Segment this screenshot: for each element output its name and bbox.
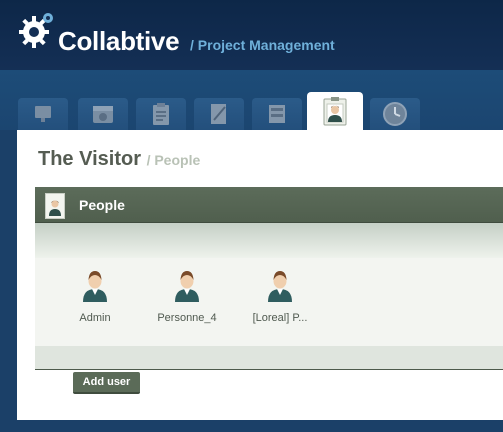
tab-tasks[interactable] bbox=[136, 98, 186, 130]
edit-document-icon bbox=[211, 104, 226, 124]
clock-icon bbox=[383, 102, 407, 126]
person-name[interactable]: Personne_4 bbox=[147, 312, 227, 324]
page-title-text: The Visitor bbox=[38, 148, 141, 170]
person-card-admin[interactable]: Admin bbox=[55, 268, 135, 324]
tab-files[interactable] bbox=[252, 98, 302, 130]
user-avatar-icon bbox=[175, 271, 199, 302]
user-avatar-icon bbox=[83, 271, 107, 302]
breadcrumb[interactable]: / People bbox=[147, 152, 201, 168]
add-user-button[interactable]: Add user bbox=[73, 372, 140, 394]
tab-timetracker[interactable] bbox=[370, 98, 420, 130]
tab-messages[interactable] bbox=[194, 98, 244, 130]
person-name[interactable]: [Loreal] P... bbox=[240, 312, 320, 324]
block-toolbar bbox=[35, 223, 503, 258]
app-header: Collabtive / Project Management bbox=[0, 0, 503, 70]
person-card-personne4[interactable]: Personne_4 bbox=[147, 268, 227, 324]
clipboard-icon bbox=[153, 103, 169, 125]
page-title: The Visitor / People bbox=[38, 148, 200, 171]
person-card-loreal[interactable]: [Loreal] P... bbox=[240, 268, 320, 324]
desktop-icon bbox=[35, 106, 51, 122]
files-icon bbox=[269, 105, 285, 123]
tab-calendar[interactable] bbox=[78, 98, 128, 130]
user-badge-icon bbox=[45, 193, 65, 219]
user-avatar-icon bbox=[268, 271, 292, 302]
user-badge-icon bbox=[323, 97, 347, 126]
app-subtitle: / Project Management bbox=[190, 37, 335, 53]
gear-logo-icon bbox=[19, 13, 53, 48]
people-block-header[interactable]: People bbox=[35, 187, 503, 223]
block-title: People bbox=[79, 197, 125, 213]
tab-desktop[interactable] bbox=[18, 98, 68, 130]
app-name[interactable]: Collabtive bbox=[58, 26, 180, 57]
tab-people[interactable] bbox=[307, 92, 363, 130]
block-footer bbox=[35, 346, 503, 370]
people-list: Admin Personne_4 [Loreal] P... bbox=[35, 258, 503, 346]
person-name[interactable]: Admin bbox=[55, 312, 135, 324]
calendar-icon bbox=[93, 106, 113, 123]
